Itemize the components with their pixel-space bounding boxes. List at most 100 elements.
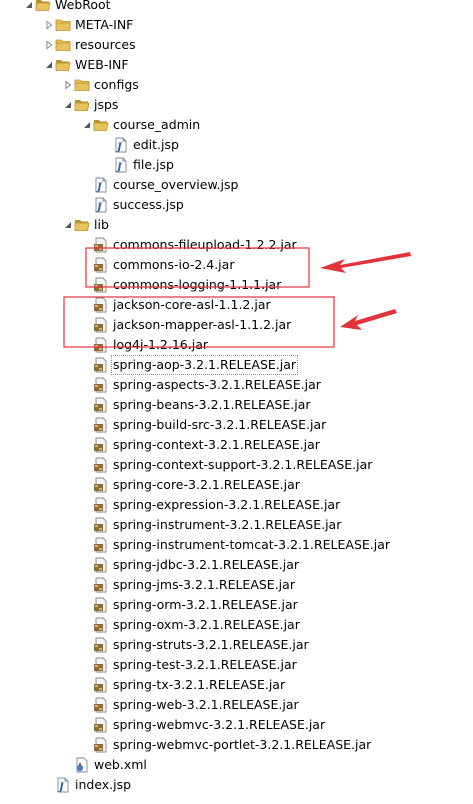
tree-item-jar[interactable]: spring-context-3.2.1.RELEASE.jar bbox=[0, 435, 473, 455]
tree-item-file[interactable]: Jsuccess.jsp bbox=[0, 195, 473, 215]
expanded-arrow-icon[interactable] bbox=[62, 215, 74, 235]
tree-item-label: spring-core-3.2.1.RELEASE.jar bbox=[113, 477, 300, 492]
expanded-arrow-icon[interactable] bbox=[62, 95, 74, 115]
tree-item-jar[interactable]: spring-aspects-3.2.1.RELEASE.jar bbox=[0, 375, 473, 395]
tree-item-label: edit.jsp bbox=[133, 137, 179, 152]
tree-item-label: spring-context-support-3.2.1.RELEASE.jar bbox=[113, 457, 373, 472]
tree-item-webroot[interactable]: WebRoot bbox=[0, 0, 473, 15]
tree-item-resources[interactable]: resources bbox=[0, 35, 473, 55]
tree-item-label: spring-instrument-tomcat-3.2.1.RELEASE.j… bbox=[113, 537, 391, 552]
xml-file-icon bbox=[74, 757, 90, 773]
tree-item-jar[interactable]: jackson-mapper-asl-1.1.2.jar bbox=[0, 315, 473, 335]
tree-item-web-inf[interactable]: WEB-INF bbox=[0, 55, 473, 75]
tree-item-course-admin[interactable]: course_admin bbox=[0, 115, 473, 135]
collapsed-arrow-icon[interactable] bbox=[62, 75, 74, 95]
jsp-file-icon: J bbox=[93, 177, 109, 193]
tree-item-jar[interactable]: jackson-core-asl-1.1.2.jar bbox=[0, 295, 473, 315]
jar-file-icon bbox=[93, 677, 109, 693]
tree-item-jar[interactable]: spring-core-3.2.1.RELEASE.jar bbox=[0, 475, 473, 495]
expanded-arrow-icon[interactable] bbox=[43, 55, 55, 75]
jar-file-icon bbox=[93, 257, 109, 273]
tree-item-label: course_overview.jsp bbox=[113, 177, 239, 192]
tree-item-jar[interactable]: commons-logging-1.1.1.jar bbox=[0, 275, 473, 295]
tree-item-jsps[interactable]: jsps bbox=[0, 95, 473, 115]
tree-item-jar[interactable]: spring-jms-3.2.1.RELEASE.jar bbox=[0, 575, 473, 595]
jar-file-icon bbox=[93, 617, 109, 633]
jar-file-icon bbox=[93, 737, 109, 753]
jar-file-icon bbox=[93, 337, 109, 353]
tree-item-label: spring-orm-3.2.1.RELEASE.jar bbox=[113, 597, 298, 612]
tree-item-label: spring-expression-3.2.1.RELEASE.jar bbox=[113, 497, 341, 512]
tree-item-jar[interactable]: spring-orm-3.2.1.RELEASE.jar bbox=[0, 595, 473, 615]
tree-item-jar[interactable]: spring-instrument-3.2.1.RELEASE.jar bbox=[0, 515, 473, 535]
collapsed-arrow-icon[interactable] bbox=[43, 35, 55, 55]
tree-item-jar[interactable]: spring-jdbc-3.2.1.RELEASE.jar bbox=[0, 555, 473, 575]
jar-file-icon bbox=[93, 517, 109, 533]
tree-item-web-xml[interactable]: web.xml bbox=[0, 755, 473, 775]
tree-item-label: spring-jdbc-3.2.1.RELEASE.jar bbox=[113, 557, 300, 572]
tree-item-jar[interactable]: commons-io-2.4.jar bbox=[0, 255, 473, 275]
jar-file-icon bbox=[93, 417, 109, 433]
jar-file-icon bbox=[93, 577, 109, 593]
tree-item-label: commons-io-2.4.jar bbox=[113, 257, 235, 272]
jar-file-icon bbox=[93, 497, 109, 513]
tree-item-file[interactable]: Jcourse_overview.jsp bbox=[0, 175, 473, 195]
tree-item-jar[interactable]: spring-expression-3.2.1.RELEASE.jar bbox=[0, 495, 473, 515]
jar-file-icon bbox=[93, 397, 109, 413]
tree-item-index-jsp[interactable]: Jindex.jsp bbox=[0, 775, 473, 795]
open-folder-icon bbox=[35, 0, 51, 13]
tree-item-jar[interactable]: spring-test-3.2.1.RELEASE.jar bbox=[0, 655, 473, 675]
tree-item-jar[interactable]: spring-webmvc-portlet-3.2.1.RELEASE.jar bbox=[0, 735, 473, 755]
tree-item-label: lib bbox=[94, 217, 109, 232]
folder-icon bbox=[74, 77, 90, 93]
folder-icon bbox=[55, 17, 71, 33]
tree-item-label: spring-context-3.2.1.RELEASE.jar bbox=[113, 437, 320, 452]
tree-item-label: course_admin bbox=[113, 117, 201, 132]
jsp-file-icon: J bbox=[113, 137, 129, 153]
tree-item-jar[interactable]: spring-aop-3.2.1.RELEASE.jar bbox=[0, 355, 473, 375]
open-folder-icon bbox=[74, 97, 90, 113]
jsp-file-icon: J bbox=[93, 197, 109, 213]
tree-item-label: commons-logging-1.1.1.jar bbox=[113, 277, 282, 292]
jar-file-icon bbox=[93, 557, 109, 573]
tree-item-jar[interactable]: commons-fileupload-1.2.2.jar bbox=[0, 235, 473, 255]
tree-item-label: jackson-mapper-asl-1.1.2.jar bbox=[113, 317, 292, 332]
expanded-arrow-icon[interactable] bbox=[23, 0, 35, 15]
expanded-arrow-icon[interactable] bbox=[81, 115, 93, 135]
tree-item-label: spring-test-3.2.1.RELEASE.jar bbox=[113, 657, 297, 672]
open-folder-icon bbox=[93, 117, 109, 133]
tree-item-jar[interactable]: spring-beans-3.2.1.RELEASE.jar bbox=[0, 395, 473, 415]
tree-item-label: spring-struts-3.2.1.RELEASE.jar bbox=[113, 637, 309, 652]
tree-item-label: spring-instrument-3.2.1.RELEASE.jar bbox=[113, 517, 342, 532]
tree-item-lib[interactable]: lib bbox=[0, 215, 473, 235]
jar-file-icon bbox=[93, 477, 109, 493]
tree-item-label: spring-web-3.2.1.RELEASE.jar bbox=[113, 697, 299, 712]
collapsed-arrow-icon[interactable] bbox=[43, 15, 55, 35]
tree-item-jar[interactable]: spring-tx-3.2.1.RELEASE.jar bbox=[0, 675, 473, 695]
open-folder-icon bbox=[74, 217, 90, 233]
tree-item-jar[interactable]: spring-webmvc-3.2.1.RELEASE.jar bbox=[0, 715, 473, 735]
tree-item-label: WEB-INF bbox=[75, 57, 129, 72]
tree-item-jar[interactable]: spring-struts-3.2.1.RELEASE.jar bbox=[0, 635, 473, 655]
jar-file-icon bbox=[93, 237, 109, 253]
tree-item-label: log4j-1.2.16.jar bbox=[113, 337, 208, 352]
jar-file-icon bbox=[93, 437, 109, 453]
tree-item-jar[interactable]: spring-build-src-3.2.1.RELEASE.jar bbox=[0, 415, 473, 435]
tree-item-label: spring-tx-3.2.1.RELEASE.jar bbox=[113, 677, 286, 692]
tree-item-jar[interactable]: spring-oxm-3.2.1.RELEASE.jar bbox=[0, 615, 473, 635]
folder-icon bbox=[55, 37, 71, 53]
tree-item-jar[interactable]: log4j-1.2.16.jar bbox=[0, 335, 473, 355]
tree-item-label: index.jsp bbox=[75, 777, 132, 792]
open-folder-icon bbox=[55, 57, 71, 73]
jar-file-icon bbox=[93, 297, 109, 313]
tree-item-label: META-INF bbox=[75, 17, 134, 32]
tree-item-jar[interactable]: spring-context-support-3.2.1.RELEASE.jar bbox=[0, 455, 473, 475]
tree-item-meta-inf[interactable]: META-INF bbox=[0, 15, 473, 35]
jar-file-icon bbox=[93, 657, 109, 673]
tree-item-file[interactable]: Jfile.jsp bbox=[0, 155, 473, 175]
tree-item-label: spring-jms-3.2.1.RELEASE.jar bbox=[113, 577, 295, 592]
tree-item-jar[interactable]: spring-web-3.2.1.RELEASE.jar bbox=[0, 695, 473, 715]
tree-item-file[interactable]: Jedit.jsp bbox=[0, 135, 473, 155]
tree-item-configs[interactable]: configs bbox=[0, 75, 473, 95]
tree-item-jar[interactable]: spring-instrument-tomcat-3.2.1.RELEASE.j… bbox=[0, 535, 473, 555]
